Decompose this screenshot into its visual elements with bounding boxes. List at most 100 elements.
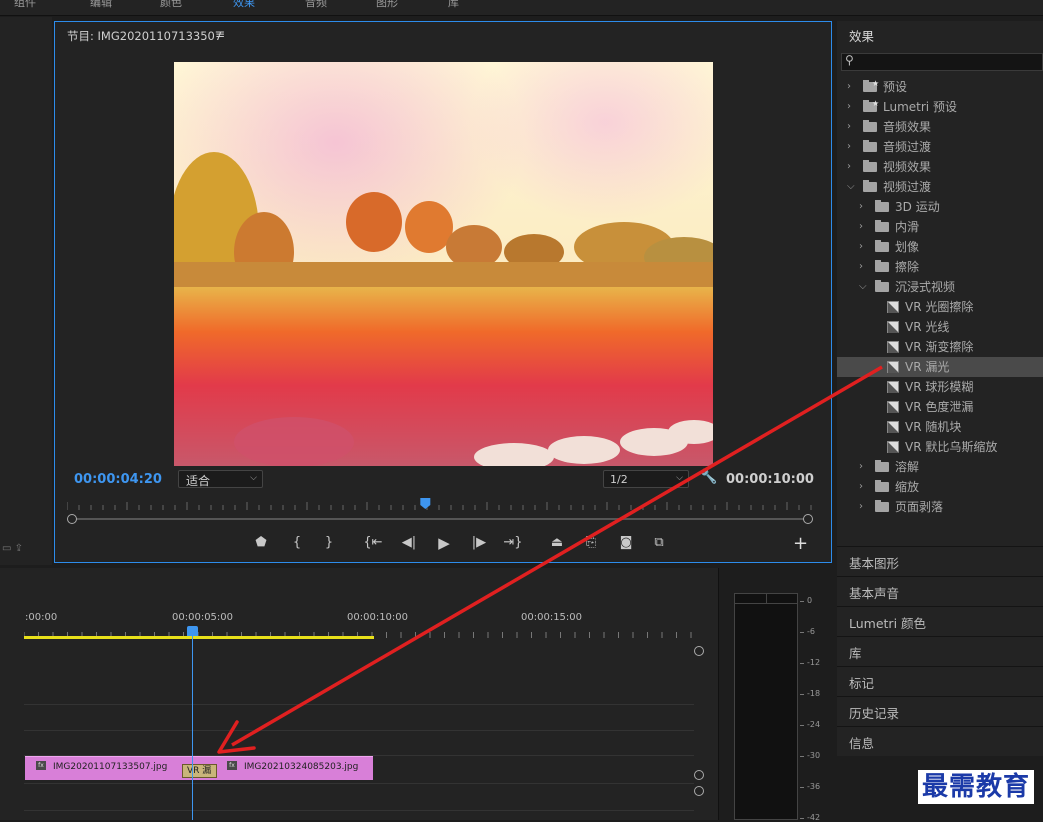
effects-tree-item[interactable]: › 溶解	[837, 457, 1043, 477]
effects-tree-item[interactable]: ⌵ 视频过渡	[837, 177, 1043, 197]
effects-tree-item[interactable]: › ★ 预设	[837, 77, 1043, 97]
chevron-right-icon[interactable]: ›	[859, 237, 863, 257]
effects-tree-item[interactable]: › ★ Lumetri 预设	[837, 97, 1043, 117]
effects-tree-label: 擦除	[895, 260, 920, 274]
workspace-tab[interactable]: 图形	[376, 0, 398, 10]
panel-markers[interactable]: 标记	[837, 666, 1043, 696]
extract-icon[interactable]: ⎘	[580, 533, 602, 553]
workspace-tab[interactable]: 库	[448, 0, 459, 10]
workspace-tab[interactable]: 编辑	[90, 0, 112, 10]
panel-libraries[interactable]: 库	[837, 636, 1043, 666]
effects-tree-item[interactable]: ⌵ 沉浸式视频	[837, 277, 1043, 297]
effects-tree-label: 沉浸式视频	[895, 280, 956, 294]
panel-essential-graphics[interactable]: 基本图形	[837, 546, 1043, 576]
resolution-value: 1/2	[610, 473, 628, 486]
effects-tree-item[interactable]: VR 漏光	[837, 357, 1043, 377]
mark-out-icon[interactable]: }	[318, 533, 340, 553]
hamburger-menu-icon[interactable]: ≡	[215, 27, 225, 41]
chevron-right-icon[interactable]: ›	[847, 157, 851, 177]
scroll-handle-bottom[interactable]	[694, 786, 704, 796]
effects-tree-item[interactable]: › 音频过渡	[837, 137, 1043, 157]
meter-tick	[800, 632, 804, 633]
chevron-right-icon[interactable]: ›	[847, 97, 851, 117]
effects-tree-item[interactable]: VR 默比乌斯缩放	[837, 437, 1043, 457]
chevron-right-icon[interactable]: ›	[859, 257, 863, 277]
timeline-ruler[interactable]	[24, 628, 704, 642]
panel-lumetri-color[interactable]: Lumetri 颜色	[837, 606, 1043, 636]
compare-icon[interactable]: ⧉	[648, 533, 670, 553]
playback-resolution-select[interactable]: 1/2 ⌵	[603, 470, 689, 488]
effects-tree-item[interactable]: › 3D 运动	[837, 197, 1043, 217]
zoom-fit-value: 适合	[186, 474, 211, 488]
scroll-handle-top[interactable]	[694, 646, 704, 656]
duration-timecode: 00:00:10:00	[726, 472, 814, 487]
add-button-icon[interactable]: +	[793, 533, 808, 554]
chevron-down-icon[interactable]: ⌵	[859, 277, 867, 297]
workspace-tab-active[interactable]: 效果	[233, 0, 255, 10]
track-area	[24, 648, 694, 820]
effects-tree-item[interactable]: VR 光圈擦除	[837, 297, 1043, 317]
zoom-fit-select[interactable]: 适合 ⌵	[178, 470, 263, 488]
effects-tree-label: VR 随机块	[905, 420, 962, 434]
step-forward-icon[interactable]: |▶	[468, 533, 490, 553]
effects-tree-item[interactable]: › 缩放	[837, 477, 1043, 497]
search-icon: ⚲	[845, 53, 854, 67]
meter-tick	[800, 787, 804, 788]
effects-tree-item[interactable]: VR 色度泄漏	[837, 397, 1043, 417]
step-back-icon[interactable]: ◀|	[398, 533, 420, 553]
mark-in-icon[interactable]: {	[286, 533, 308, 553]
effects-tree-item[interactable]: VR 随机块	[837, 417, 1043, 437]
effects-tree-item[interactable]: › 视频效果	[837, 157, 1043, 177]
work-area-bar[interactable]	[24, 636, 374, 639]
chevron-right-icon[interactable]: ›	[859, 477, 863, 497]
chevron-right-icon[interactable]: ›	[847, 117, 851, 137]
scroll-handle-right[interactable]	[803, 514, 813, 524]
export-icon[interactable]: ▭ ⇪	[2, 543, 23, 554]
effects-tree-item[interactable]: VR 球形模糊	[837, 377, 1043, 397]
scroll-handle-left[interactable]	[67, 514, 77, 524]
effects-tree: › ★ 预设 › ★ Lumetri 预设 › 音频效果 › 音频过渡 › 视频效果 ⌵ 视频过渡 › 3D …	[837, 77, 1043, 517]
marker-icon[interactable]: ⬟	[250, 533, 272, 553]
go-to-in-icon[interactable]: {⇤	[362, 533, 384, 553]
effects-tree-item[interactable]: › 擦除	[837, 257, 1043, 277]
effects-tree-item[interactable]: › 音频效果	[837, 117, 1043, 137]
chevron-right-icon[interactable]: ›	[859, 197, 863, 217]
playhead-handle[interactable]	[187, 626, 198, 636]
chevron-right-icon[interactable]: ›	[859, 497, 863, 517]
chevron-right-icon[interactable]: ›	[859, 217, 863, 237]
transition-icon	[887, 341, 899, 353]
panel-history[interactable]: 历史记录	[837, 696, 1043, 726]
workspace-tab[interactable]: 音频	[305, 0, 327, 10]
chevron-right-icon[interactable]: ›	[847, 77, 851, 97]
effects-tree-label: 音频过渡	[883, 140, 932, 154]
meter-scale-label: -12	[807, 658, 821, 667]
workspace-tab[interactable]: 颜色	[160, 0, 182, 10]
effects-tree-label: 3D 运动	[895, 200, 940, 214]
panel-info[interactable]: 信息	[837, 726, 1043, 756]
monitor-time-ruler[interactable]	[67, 496, 813, 510]
workspace-tab[interactable]: 组件	[14, 0, 36, 10]
effects-tree-item[interactable]: VR 光线	[837, 317, 1043, 337]
panel-essential-sound[interactable]: 基本声音	[837, 576, 1043, 606]
transition-icon	[887, 301, 899, 313]
timeline-vertical-scrollbar[interactable]	[694, 646, 704, 820]
effects-tree-item[interactable]: VR 渐变擦除	[837, 337, 1043, 357]
lift-icon[interactable]: ⏏	[546, 533, 568, 553]
scroll-handle[interactable]	[694, 770, 704, 780]
chevron-right-icon[interactable]: ›	[859, 457, 863, 477]
camera-icon[interactable]: ◙	[615, 533, 637, 553]
monitor-zoom-scrollbar[interactable]	[67, 514, 813, 524]
transition-icon	[887, 381, 899, 393]
chevron-down-icon[interactable]: ⌵	[847, 177, 855, 197]
wrench-icon[interactable]: 🔧	[700, 469, 717, 485]
current-timecode[interactable]: 00:00:04:20	[74, 472, 162, 487]
play-icon[interactable]: ▶	[433, 533, 455, 553]
folder-icon	[875, 460, 889, 472]
go-to-out-icon[interactable]: ⇥}	[502, 533, 524, 553]
effects-search-input[interactable]: ⚲	[841, 53, 1043, 71]
transition-vr-light-leaks[interactable]: VR 漏	[182, 764, 217, 778]
effects-tree-item[interactable]: › 页面剥落	[837, 497, 1043, 517]
effects-tree-item[interactable]: › 内滑	[837, 217, 1043, 237]
chevron-right-icon[interactable]: ›	[847, 137, 851, 157]
effects-tree-item[interactable]: › 划像	[837, 237, 1043, 257]
